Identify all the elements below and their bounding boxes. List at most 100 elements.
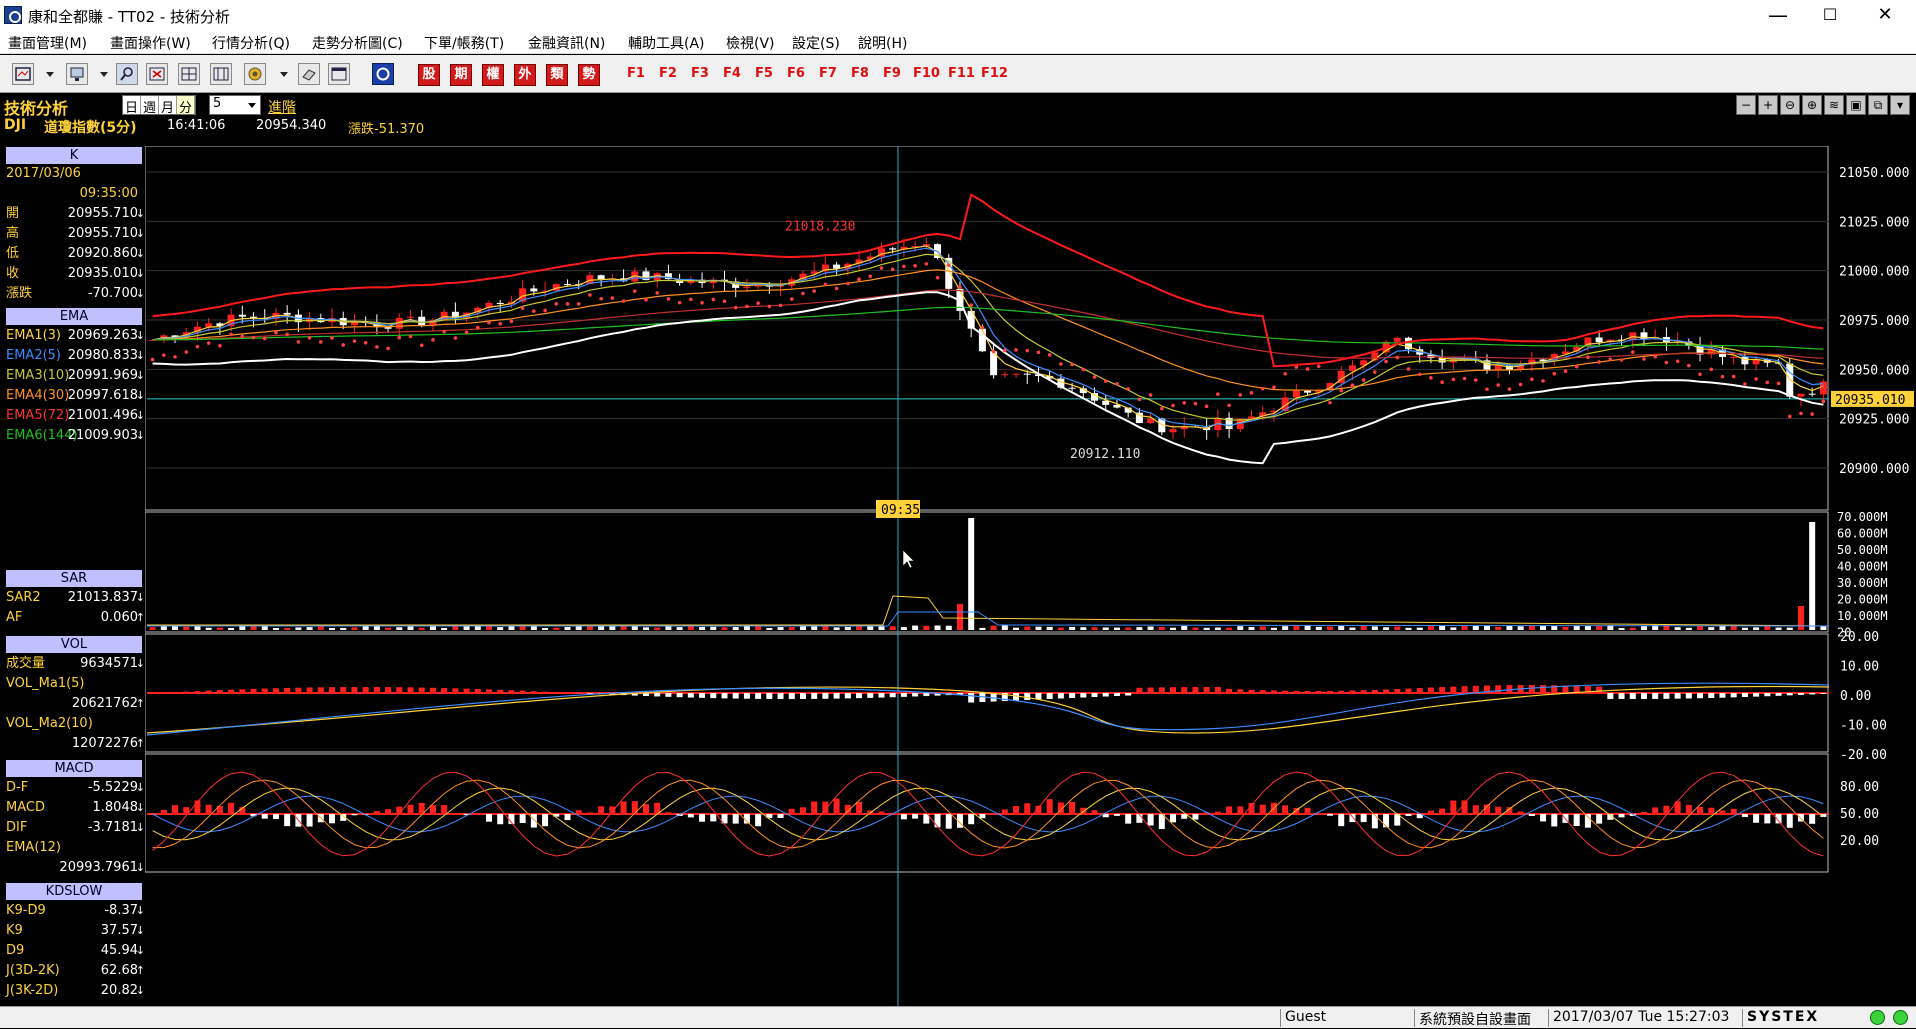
window-icon[interactable] — [328, 63, 350, 85]
menu-help[interactable]: 說明(H) — [858, 33, 907, 53]
volume-bar — [497, 627, 503, 630]
tile-icon[interactable] — [178, 63, 200, 85]
systex-icon[interactable] — [372, 63, 394, 85]
advanced-link[interactable]: 進階 — [268, 97, 296, 117]
sar-dot — [622, 299, 626, 303]
sar-dot — [1104, 379, 1108, 383]
sar-dot — [1519, 383, 1523, 387]
menu-aux-tools[interactable]: 輔助工具(A) — [628, 33, 705, 53]
globe-dropdown-icon[interactable] — [280, 72, 288, 77]
layout-icon[interactable] — [12, 63, 34, 85]
volume-bar — [789, 627, 795, 630]
macd-tick-label: 20.00 — [1840, 630, 1879, 645]
trend-button[interactable]: 勢 — [578, 64, 600, 86]
stock-button[interactable]: 股 — [418, 64, 440, 86]
sar-dot — [1194, 402, 1198, 406]
layout-dropdown-icon[interactable] — [46, 72, 54, 77]
menu-screen-manage[interactable]: 畫面管理(M) — [8, 33, 87, 53]
vol-row: 成交量9634571↓ — [6, 655, 142, 673]
period-day-tab[interactable]: 日 — [123, 96, 141, 114]
kd-bar — [430, 805, 436, 814]
volume-bar — [643, 627, 649, 630]
volume-bar — [542, 628, 548, 630]
card-icon[interactable] — [298, 63, 320, 85]
volume-bar — [598, 626, 604, 630]
screen-dropdown-icon[interactable] — [100, 72, 108, 77]
close-button[interactable]: ✕ — [1862, 0, 1908, 30]
sar-dot — [1418, 373, 1422, 377]
save-button[interactable]: ▣ — [1846, 95, 1866, 115]
f6-button[interactable]: F6 — [787, 66, 805, 81]
kd-bar — [935, 814, 941, 827]
f7-button[interactable]: F7 — [819, 66, 837, 81]
kd-bar — [1708, 808, 1714, 814]
kd-bar — [351, 814, 357, 815]
menu-trend-chart[interactable]: 走勢分析圖(C) — [312, 33, 403, 53]
kd-bar — [609, 806, 615, 814]
macd-bar — [1058, 693, 1064, 699]
candle-body — [1024, 374, 1031, 375]
chart-area[interactable]: 21050.00021025.00021000.00020975.0002095… — [145, 146, 1916, 1006]
category-button[interactable]: 類 — [546, 64, 568, 86]
f3-button[interactable]: F3 — [691, 66, 709, 81]
period-week-tab[interactable]: 週 — [141, 96, 159, 114]
maximize-button[interactable]: ☐ — [1807, 0, 1853, 30]
interval-select[interactable]: 5 — [209, 95, 261, 115]
globe-icon[interactable] — [244, 63, 266, 85]
f10-button[interactable]: F10 — [913, 66, 940, 81]
volume-bar — [1439, 626, 1445, 630]
kd-bar — [262, 814, 268, 819]
f8-button[interactable]: F8 — [851, 66, 869, 81]
more-button[interactable]: ▾ — [1890, 95, 1910, 115]
ema-row: EMA4(30)20997.618↓ — [6, 387, 142, 405]
f12-button[interactable]: F12 — [981, 66, 1008, 81]
f9-button[interactable]: F9 — [883, 66, 901, 81]
status-layout[interactable]: 系統預設自設畫面 — [1414, 1009, 1548, 1027]
menu-screen-operate[interactable]: 畫面操作(W) — [110, 33, 191, 53]
close-window-icon[interactable] — [146, 63, 168, 85]
menu-settings[interactable]: 設定(S) — [792, 33, 840, 53]
options-button[interactable]: 權 — [482, 64, 504, 86]
zoom-in-button[interactable]: + — [1758, 95, 1778, 115]
screen-icon[interactable] — [66, 63, 88, 85]
shrink-button[interactable]: ⊖ — [1780, 95, 1800, 115]
chart-canvas[interactable]: 21050.00021025.00021000.00020975.0002095… — [145, 146, 1916, 1006]
macd-bar — [1697, 693, 1703, 698]
f4-button[interactable]: F4 — [723, 66, 741, 81]
futures-button[interactable]: 期 — [450, 64, 472, 86]
split-icon[interactable] — [210, 63, 232, 85]
macd-bar — [789, 693, 795, 699]
foreign-button[interactable]: 外 — [514, 64, 536, 86]
menu-finance-info[interactable]: 金融資訊(N) — [528, 33, 605, 53]
zoom-out-button[interactable]: − — [1736, 95, 1756, 115]
volume-bar — [834, 627, 840, 630]
period-month-tab[interactable]: 月 — [159, 96, 177, 114]
volume-tick-label: 10.000M — [1837, 609, 1888, 623]
f5-button[interactable]: F5 — [755, 66, 773, 81]
indicator-button[interactable]: ≋ — [1824, 95, 1844, 115]
volume-bar — [1675, 627, 1681, 630]
volume-bar — [1192, 627, 1198, 630]
sar-dot — [454, 336, 458, 340]
kd-value: 37.57 — [101, 922, 138, 940]
minimize-button[interactable]: — — [1755, 0, 1801, 30]
macd-tick-label: 10.00 — [1840, 660, 1879, 675]
sar-dot — [173, 355, 177, 359]
title-bar: 康和全都賺 - TT02 - 技術分析 — ☐ ✕ — [0, 0, 1916, 30]
copy-button[interactable]: ⧉ — [1868, 95, 1888, 115]
symbol-code: DJI — [4, 117, 26, 133]
period-minute-tab[interactable]: 分 — [177, 96, 195, 114]
sar-dot — [891, 268, 895, 272]
expand-button[interactable]: ⊕ — [1802, 95, 1822, 115]
menu-quote-analysis[interactable]: 行情分析(Q) — [212, 33, 290, 53]
f1-button[interactable]: F1 — [627, 66, 645, 81]
sar-panel-title: SAR — [6, 570, 142, 587]
f11-button[interactable]: F11 — [948, 66, 975, 81]
sar-dot — [162, 353, 166, 357]
f2-button[interactable]: F2 — [659, 66, 677, 81]
menu-view[interactable]: 檢視(V) — [726, 33, 775, 53]
search-icon[interactable] — [116, 63, 138, 85]
macd-bar — [1719, 693, 1725, 698]
kd-bar — [385, 809, 391, 814]
menu-order-account[interactable]: 下單/帳務(T) — [424, 33, 504, 53]
